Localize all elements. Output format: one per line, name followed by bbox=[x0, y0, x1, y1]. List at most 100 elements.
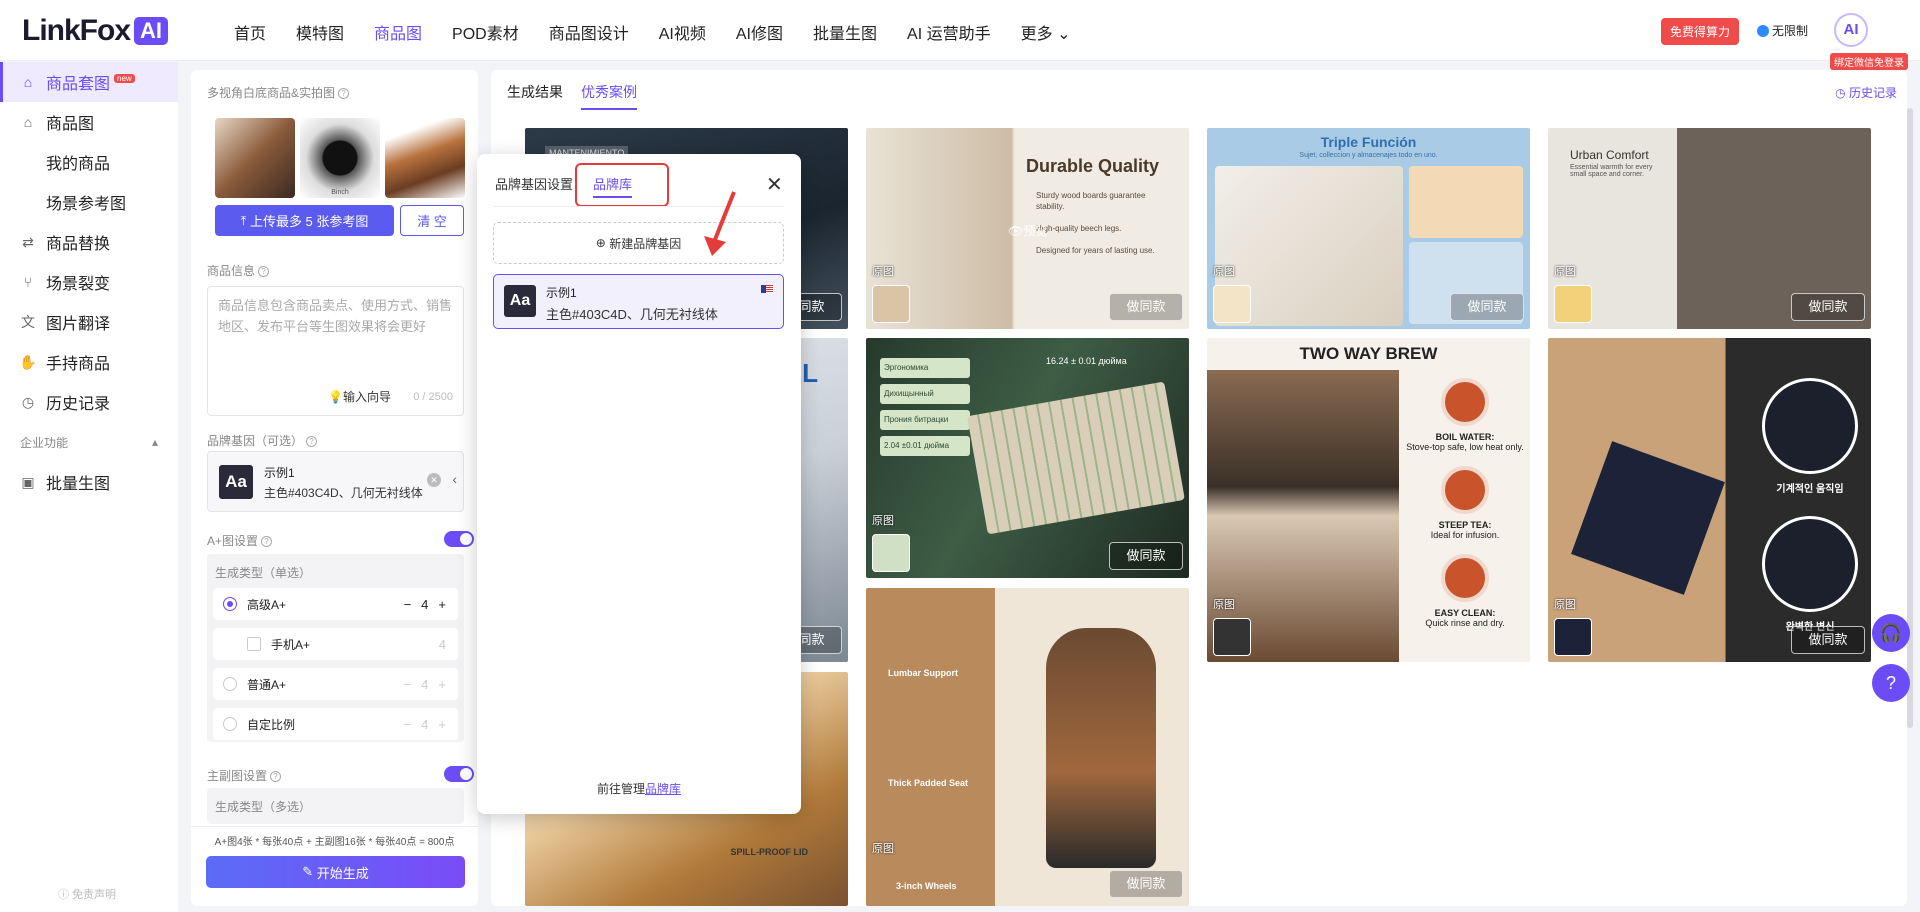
brand-desc: 主色#403C4D、几何无衬线体 bbox=[264, 486, 423, 500]
clear-button[interactable]: 清 空 bbox=[400, 205, 464, 236]
manage-link-row: 前往管理品牌库 bbox=[596, 782, 682, 796]
image-icon: ▣ bbox=[21, 473, 35, 490]
original-thumb[interactable] bbox=[872, 534, 910, 572]
upload-icon: ⤒ bbox=[240, 212, 250, 228]
help-icon[interactable]: ? bbox=[261, 536, 273, 548]
same-style-button[interactable]: 做同款 bbox=[1109, 293, 1183, 321]
case-card-2[interactable]: Durable Quality Sturdy wood boards guara… bbox=[866, 128, 1189, 329]
brand-selector[interactable]: Aa 示例1 主色#403C4D、几何无衬线体 ✕ ‹ bbox=[207, 451, 464, 512]
main-image-toggle[interactable] bbox=[444, 766, 474, 782]
bind-wechat-tip[interactable]: 绑定微信免登录 bbox=[1830, 53, 1908, 70]
sidebar: ⌂ 商品套图 new ⌂ 商品图 我的商品 场景参考图 ⇄ 商品替换 ⑂ 场景裂变 文图片… bbox=[0, 62, 178, 912]
upload-label: 多视角白底商品&实拍图? bbox=[207, 84, 350, 101]
nav-batch[interactable]: 批量生图 bbox=[813, 20, 877, 44]
original-thumb[interactable] bbox=[872, 285, 910, 323]
same-style-button[interactable]: 做同款 bbox=[1109, 542, 1183, 570]
same-style-button[interactable]: 做同款 bbox=[1450, 293, 1524, 321]
nav-design[interactable]: 商品图设计 bbox=[549, 20, 629, 44]
help-icon[interactable]: ? bbox=[1872, 664, 1910, 702]
translate-icon: 文 bbox=[21, 314, 35, 330]
original-thumb[interactable] bbox=[1213, 285, 1251, 323]
radio-icon bbox=[223, 597, 237, 611]
original-thumb[interactable] bbox=[1554, 618, 1592, 656]
case-card-3[interactable]: Triple Función Sujet, colleccion y almac… bbox=[1207, 128, 1530, 329]
nav-video[interactable]: AI视频 bbox=[659, 20, 706, 44]
chevron-down-icon: ⌄ bbox=[1057, 26, 1071, 43]
nav-assistant[interactable]: AI 运营助手 bbox=[907, 20, 991, 44]
tab-results[interactable]: 生成结果 bbox=[507, 82, 563, 110]
help-icon[interactable]: ? bbox=[306, 436, 318, 448]
preview-button[interactable]: 👁预览 bbox=[1008, 222, 1047, 239]
close-icon[interactable]: ✕ bbox=[766, 172, 783, 197]
free-compute-button[interactable]: 免费得算力 bbox=[1661, 18, 1740, 45]
cost-summary: A+图4张 * 每张40点 + 主副图16张 * 每张40点 = 800点 bbox=[214, 837, 455, 848]
help-icon[interactable]: ? bbox=[338, 88, 350, 100]
disclaimer-link[interactable]: ⓘ 免责声明 bbox=[58, 886, 116, 902]
clock-icon: ◷ bbox=[1835, 86, 1849, 100]
nav-pod[interactable]: POD素材 bbox=[452, 20, 519, 44]
thumb-chair-1[interactable] bbox=[215, 118, 295, 198]
avatar[interactable]: AI bbox=[1834, 13, 1868, 47]
new-badge: new bbox=[114, 73, 135, 83]
nav-home[interactable]: 首页 bbox=[234, 20, 266, 44]
eye-icon: 👁 bbox=[1008, 224, 1024, 238]
case-card-7[interactable]: TWO WAY BREW BOIL WATER: Stove-top safe,… bbox=[1207, 338, 1530, 662]
sidebar-item-handheld[interactable]: ✋ 手持商品 bbox=[0, 342, 178, 382]
help-icon[interactable]: ? bbox=[258, 266, 270, 278]
aplus-type-group: 生成类型（单选） 高级A+ −4 + 手机A+ 4 普通A+ −4 + 自定比例 −4 + bbox=[207, 554, 464, 742]
tab-showcase[interactable]: 优秀案例 bbox=[581, 82, 637, 110]
original-thumb[interactable] bbox=[1213, 618, 1251, 656]
option-basic-aplus[interactable]: 普通A+ −4 + bbox=[213, 668, 458, 700]
nav-product[interactable]: 商品图 bbox=[374, 20, 422, 44]
brand-item[interactable]: Aa 示例1 主色#403C4D、几何无衬线体 bbox=[493, 274, 784, 329]
sidebar-item-replace[interactable]: ⇄ 商品替换 bbox=[0, 222, 178, 262]
aplus-toggle[interactable] bbox=[444, 531, 474, 547]
case-card-6[interactable]: 16.24 ± 0.01 дюйма Эргономика Дихищынный… bbox=[866, 338, 1189, 578]
replace-icon: ⇄ bbox=[22, 233, 34, 250]
upload-button[interactable]: ⤒ 上传最多 5 张参考图 bbox=[215, 205, 394, 236]
highlight-annotation bbox=[575, 163, 669, 207]
sidebar-item-scene-split[interactable]: ⑂ 场景裂变 bbox=[0, 262, 178, 302]
sidebar-item-my-products[interactable]: 我的商品 bbox=[0, 142, 178, 182]
original-thumb[interactable] bbox=[1554, 285, 1592, 323]
chevron-up-icon: ▴ bbox=[151, 435, 158, 449]
thumb-wheel[interactable]: Binch bbox=[300, 118, 380, 198]
same-style-button[interactable]: 做同款 bbox=[1109, 870, 1183, 898]
logo[interactable]: LinkFox AI bbox=[22, 14, 169, 48]
sidebar-item-product-set[interactable]: ⌂ 商品套图 new bbox=[0, 62, 178, 102]
thumb-chair-2[interactable] bbox=[385, 118, 465, 198]
sidebar-item-batch[interactable]: ▣ 批量生图 bbox=[0, 462, 178, 502]
brand-library-link[interactable]: 品牌库 bbox=[645, 782, 681, 796]
new-brand-button[interactable]: ⊕ 新建品牌基因 bbox=[493, 222, 784, 264]
input-guide-button[interactable]: 💡输入向导 bbox=[328, 387, 391, 408]
chevron-left-icon[interactable]: ‹ bbox=[452, 471, 457, 487]
case-card-4[interactable]: Urban Comfort Essential warmth for every… bbox=[1548, 128, 1871, 329]
help-icon[interactable]: ? bbox=[270, 771, 282, 783]
enterprise-group[interactable]: 企业功能 ▴ bbox=[0, 422, 178, 462]
sidebar-item-history[interactable]: ◷ 历史记录 bbox=[0, 382, 178, 422]
nav-retouch[interactable]: AI修图 bbox=[736, 20, 783, 44]
option-custom-ratio[interactable]: 自定比例 −4 + bbox=[213, 708, 458, 740]
count-stepper[interactable]: −4 + bbox=[404, 597, 446, 612]
settings-panel: 多视角白底商品&实拍图? Binch ⤒ 上传最多 5 张参考图 清 空 商品信… bbox=[191, 70, 478, 906]
sidebar-item-scene-reference[interactable]: 场景参考图 bbox=[0, 182, 178, 222]
generate-button[interactable]: ✎ 开始生成 bbox=[206, 856, 465, 888]
info-label: 商品信息? bbox=[207, 262, 270, 279]
tab-brand-settings[interactable]: 品牌基因设置 bbox=[495, 174, 573, 193]
sidebar-item-product-image[interactable]: ⌂ 商品图 bbox=[0, 102, 178, 142]
clear-brand-icon[interactable]: ✕ bbox=[427, 473, 441, 487]
nav-more[interactable]: 更多 ⌄ bbox=[1021, 20, 1071, 44]
sidebar-item-translate[interactable]: 文图片翻译 bbox=[0, 302, 178, 342]
nav-model[interactable]: 模特图 bbox=[296, 20, 344, 44]
headset-icon[interactable]: 🎧 bbox=[1872, 614, 1910, 652]
product-info-input[interactable]: 商品信息包含商品卖点、使用方式、销售地区、发布平台等生图效果将会更好 💡输入向导… bbox=[207, 286, 464, 416]
option-premium-aplus[interactable]: 高级A+ −4 + bbox=[213, 588, 458, 620]
history-link[interactable]: ◷ 历史记录 bbox=[1835, 84, 1897, 101]
option-mobile-aplus[interactable]: 手机A+ 4 bbox=[213, 628, 458, 660]
result-tabs: 生成结果 优秀案例 bbox=[507, 82, 637, 110]
unlimited-badge[interactable]: 无限制 bbox=[1757, 22, 1808, 39]
same-style-button[interactable]: 做同款 bbox=[1791, 626, 1865, 654]
case-card-8[interactable]: 기계적인 움직임 완벽한 변신 原图 做同款 bbox=[1548, 338, 1871, 662]
same-style-button[interactable]: 做同款 bbox=[1791, 293, 1865, 321]
case-card-10[interactable]: Lumbar Support Thick Padded Seat 3-inch … bbox=[866, 588, 1189, 906]
